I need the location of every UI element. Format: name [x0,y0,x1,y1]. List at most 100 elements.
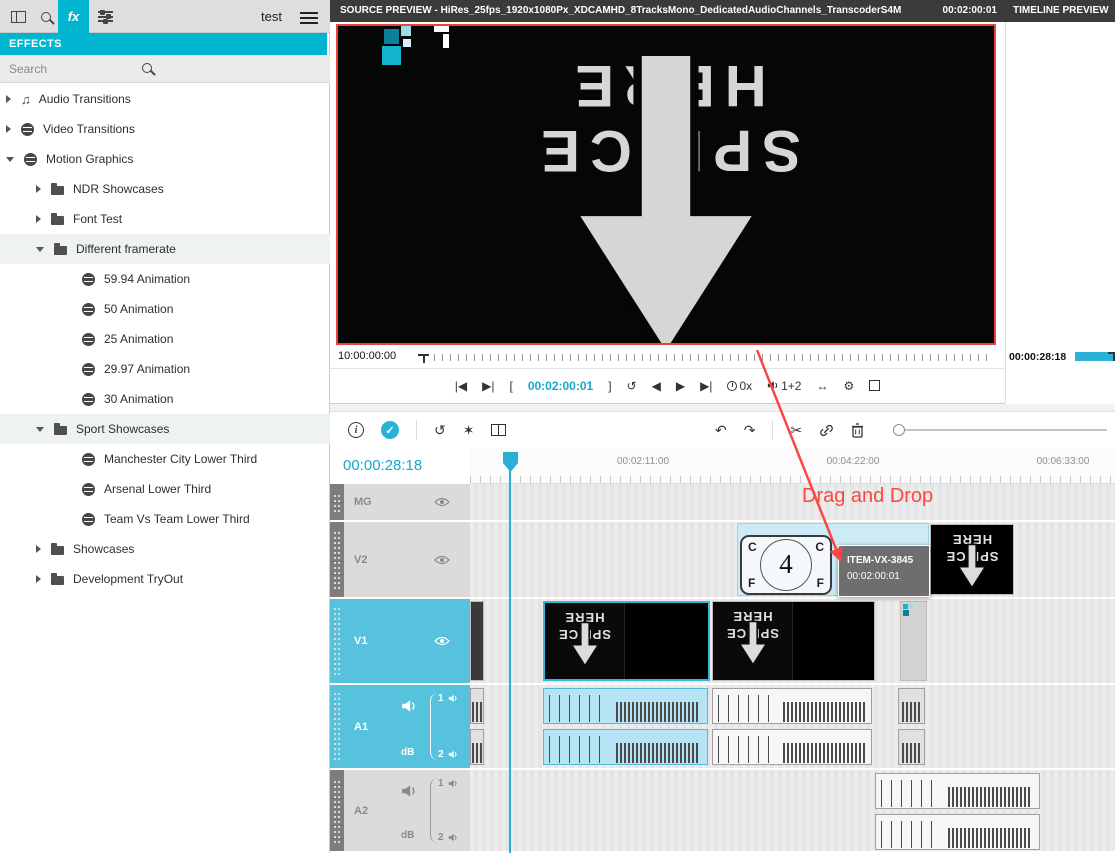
effects-tool-button[interactable]: fx [58,0,89,33]
chevron-right-icon[interactable] [36,575,41,583]
fit-width-button[interactable]: ↔ [816,379,828,393]
cut-button[interactable]: ✂ [790,422,802,439]
audio-clip-fragment[interactable] [470,729,484,765]
search-icon[interactable] [142,63,152,73]
tree-item-team-vs-team-lower-third[interactable]: Team Vs Team Lower Third [0,504,330,534]
audio-clip-fragment[interactable] [470,688,484,724]
tree-item-sport-showcases[interactable]: Sport Showcases [0,414,330,444]
clip-fragment[interactable] [470,601,484,681]
clip-splice-v2[interactable]: SPLICEHERE [930,524,1014,595]
tree-item-font-test[interactable]: Font Test [0,204,330,234]
track-header-v1[interactable]: V1 [344,599,470,683]
info-button[interactable]: i [348,422,364,438]
track-drag-handle[interactable] [330,522,344,597]
tree-item-5994-animation[interactable]: 59.94 Animation [0,264,330,294]
timeline-ruler[interactable]: 00:00:28:18 00:02:11:00 00:04:22:00 00:0… [330,448,1115,484]
chevron-down-icon[interactable] [36,247,44,252]
clip-splice-2[interactable]: SPLICEHERE [712,601,875,681]
chevron-right-icon[interactable] [36,215,41,223]
track-lane-a2[interactable] [470,770,1115,851]
tree-item-manchester-city-lower-third[interactable]: Manchester City Lower Third [0,444,330,474]
speaker-icon[interactable] [401,699,417,713]
tree-item-video-transitions[interactable]: Video Transitions [0,114,330,144]
tree-item-audio-transitions[interactable]: ♫Audio Transitions [0,84,330,114]
channel-2[interactable]: 2 [438,749,468,760]
visibility-eye-icon[interactable] [434,554,450,565]
db-label[interactable]: dB [401,830,414,841]
confirm-button[interactable]: ✓ [381,421,399,439]
tree-item-25-animation[interactable]: 25 Animation [0,324,330,354]
mark-out-button[interactable]: ] [608,379,611,393]
audio-clip-fragment-ch2[interactable] [898,729,925,765]
track-header-mg[interactable]: MG [344,484,470,520]
track-lane-v1[interactable]: SPLICEHERE SPLICEHERE [470,599,1115,683]
track-drag-handle[interactable] [330,484,344,520]
visibility-eye-icon[interactable] [434,636,450,647]
redo-button[interactable]: ↷ [744,422,756,439]
search-tool-button[interactable] [34,0,58,33]
track-drag-handle[interactable] [330,770,344,851]
jump-start-button[interactable]: ◀ [652,379,661,393]
audio-clip-2-ch1[interactable] [712,688,872,724]
undo-button[interactable]: ↶ [715,422,727,439]
track-lane-mg[interactable] [470,484,1115,520]
tree-item-30-animation[interactable]: 30 Animation [0,384,330,414]
link-icon[interactable] [819,423,834,438]
visibility-eye-icon[interactable] [434,497,450,508]
track-drag-handle[interactable] [330,685,344,768]
step-forward-button[interactable]: ▶| [482,379,494,393]
menu-button[interactable] [300,9,318,27]
track-lane-a1[interactable] [470,685,1115,768]
tree-item-2997-animation[interactable]: 29.97 Animation [0,354,330,384]
audio-clip-1-ch2[interactable] [543,729,708,765]
fullscreen-button[interactable] [869,379,880,393]
track-drag-handle[interactable] [330,599,344,683]
reset-button[interactable]: ↺ [434,422,446,439]
layout-grid-button[interactable] [4,0,32,33]
chevron-right-icon[interactable] [6,95,11,103]
mark-in-button[interactable]: [ [509,379,512,393]
audio-clip-2-ch2[interactable] [712,729,872,765]
clip-splice-1[interactable]: SPLICEHERE [543,601,710,681]
step-back-button[interactable]: |◀ [455,379,467,393]
split-view-button[interactable] [491,424,506,436]
audio-clip-fragment-ch1[interactable] [898,688,925,724]
tree-item-50-animation[interactable]: 50 Animation [0,294,330,324]
tree-item-ndr-showcases[interactable]: NDR Showcases [0,174,330,204]
db-label[interactable]: dB [401,747,414,758]
audio-clip-1-ch1[interactable] [543,688,708,724]
chevron-right-icon[interactable] [6,125,11,133]
scrub-playhead-marker[interactable] [418,354,429,356]
chevron-down-icon[interactable] [36,427,44,432]
playhead-line[interactable] [509,470,511,853]
chevron-right-icon[interactable] [36,545,41,553]
tree-item-development-tryout[interactable]: Development TryOut [0,564,330,594]
search-input[interactable] [2,58,142,80]
audio-routing-button[interactable]: 1+2 [767,379,801,393]
playback-speed-button[interactable]: 0x [727,379,752,393]
track-lane-v2[interactable]: SPLICEHERE 4 C C F F ITEM-VX-3845 00:02:… [470,522,1115,597]
jump-end-button[interactable]: ▶| [700,379,712,393]
tree-item-different-framerate[interactable]: Different framerate [0,234,330,264]
settings-button[interactable]: ⚙ [843,379,854,393]
adjust-tool-button[interactable] [92,0,118,33]
track-header-v2[interactable]: V2 [344,522,470,597]
zoom-slider-handle[interactable] [893,424,905,436]
channel-1[interactable]: 1 [438,778,468,789]
clip-fragment-logo[interactable] [900,601,927,681]
timeline-zoom-slider[interactable] [895,429,1107,431]
channel-1[interactable]: 1 [438,693,468,704]
scrub-ruler[interactable] [434,354,993,361]
track-header-a1[interactable]: A1 dB 1 2 [344,685,470,768]
speaker-icon[interactable] [401,784,417,798]
play-button[interactable]: ▶ [676,379,685,393]
source-preview-viewer[interactable]: SPLICE HERE [336,24,996,345]
audio-clip-3-ch1[interactable] [875,773,1040,809]
tree-item-arsenal-lower-third[interactable]: Arsenal Lower Third [0,474,330,504]
track-header-a2[interactable]: A2 dB 1 2 [344,770,470,851]
chevron-down-icon[interactable] [6,157,14,162]
source-scrub-bar[interactable]: 10:00:00:00 [330,346,1005,368]
loop-button[interactable]: ↺ [627,379,637,393]
tree-item-motion-graphics[interactable]: Motion Graphics [0,144,330,174]
tree-item-showcases[interactable]: Showcases [0,534,330,564]
